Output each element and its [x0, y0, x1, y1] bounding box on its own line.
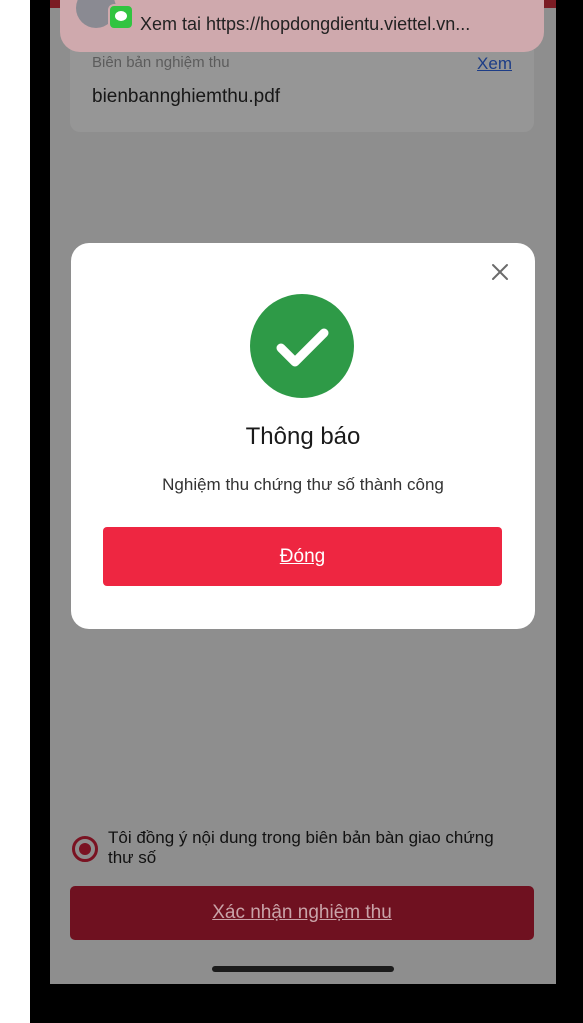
agreement-text: Tôi đồng ý nội dung trong biên bản bàn g…: [108, 828, 494, 867]
confirm-acceptance-button[interactable]: Xác nhận nghiệm thu: [70, 886, 534, 940]
messages-app-icon: [108, 4, 134, 30]
close-icon[interactable]: [489, 261, 511, 283]
document-card: Biên bản nghiệm thu Xem bienbannghiemthu…: [70, 40, 534, 132]
dialog-message: Nghiệm thu chứng thư số thành công: [162, 475, 444, 494]
home-indicator[interactable]: [212, 966, 394, 972]
notification-text: Xem tai https://hopdongdientu.viettel.vn…: [140, 14, 471, 34]
success-check-icon: [250, 294, 354, 398]
close-dialog-button[interactable]: Đóng: [103, 527, 502, 586]
view-document-link[interactable]: Xem: [477, 54, 512, 74]
phone-bezel-left: [30, 0, 50, 1023]
dialog-title: Thông báo: [245, 423, 361, 450]
phone-bezel-bottom: [30, 984, 583, 1023]
document-file-name: bienbannghiemthu.pdf: [92, 86, 281, 107]
notification-banner[interactable]: Xem tai https://hopdongdientu.viettel.vn…: [60, 0, 544, 52]
phone-bezel-right: [556, 0, 583, 1023]
document-label: Biên bản nghiệm thu: [92, 54, 230, 71]
agreement-radio[interactable]: [72, 836, 98, 862]
left-margin: [0, 0, 30, 1023]
app-screen: Biên bản nghiệm thu Xem bienbannghiemthu…: [50, 0, 556, 984]
success-dialog: Thông báo Nghiệm thu chứng thư số thành …: [71, 243, 535, 629]
